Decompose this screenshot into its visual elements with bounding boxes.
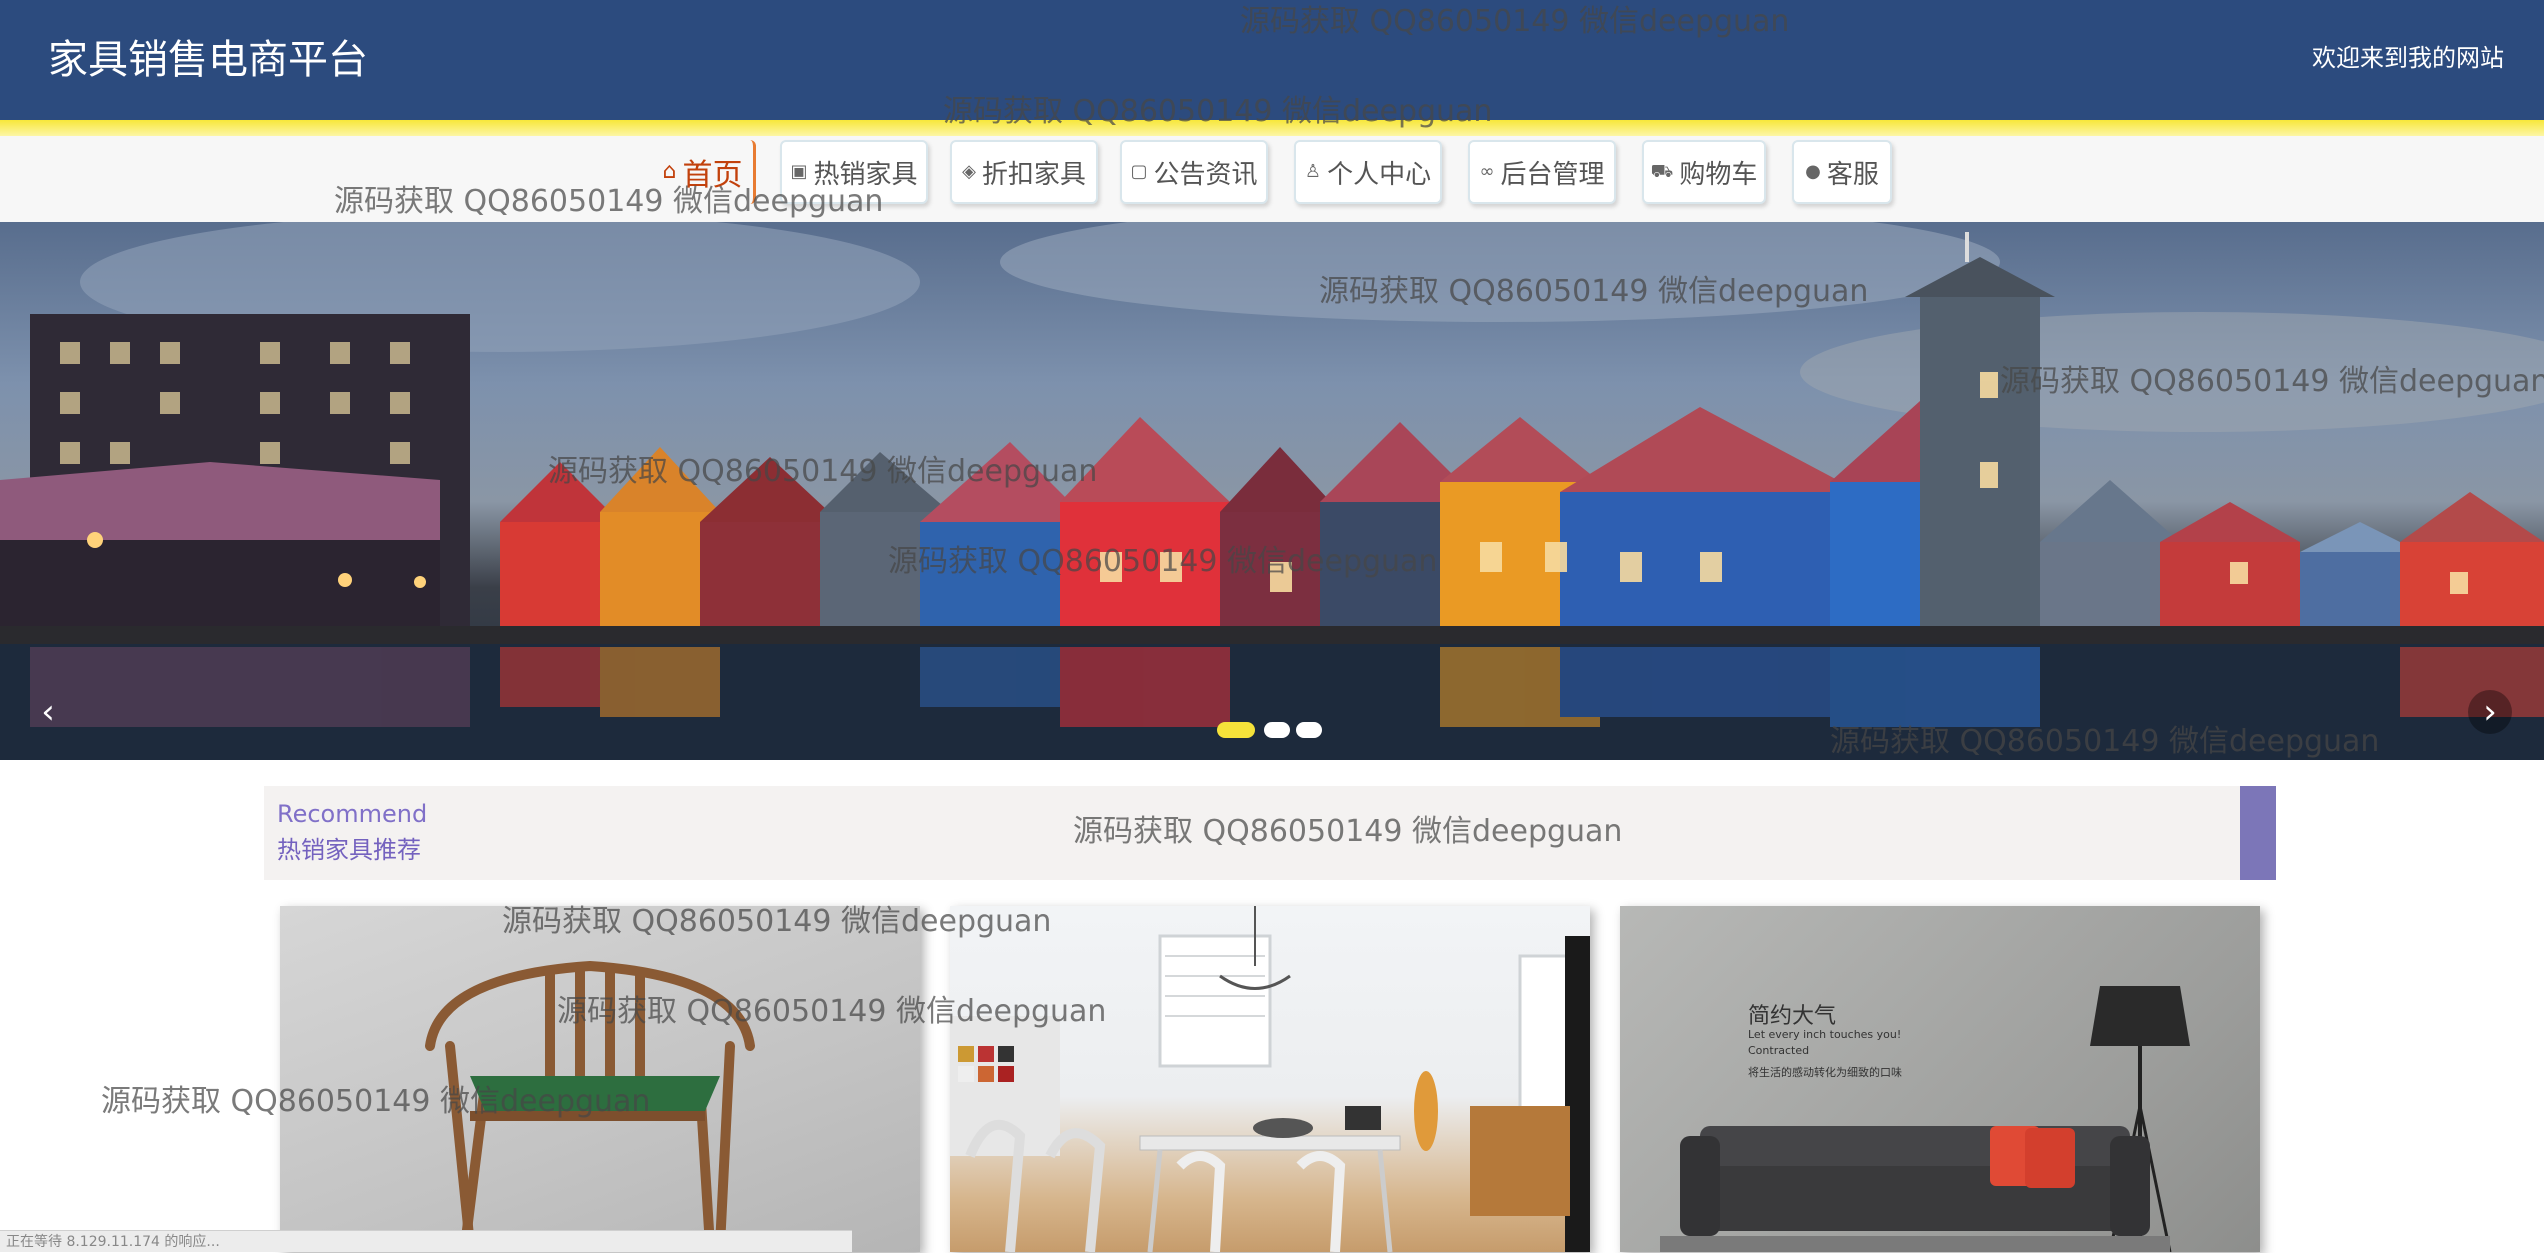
document-icon: ▢ — [1130, 161, 1148, 182]
chat-icon: ● — [1805, 161, 1821, 182]
carousel-dot-3[interactable] — [1296, 722, 1322, 738]
watermark-text: 源码获取 QQ86050149 微信deepguan — [101, 1084, 651, 1119]
nav-discount-furniture[interactable]: ◈ 折扣家具 — [950, 140, 1098, 204]
product-card-3[interactable]: 简约大气 Let every inch touches you! Contrac… — [1620, 906, 2260, 1252]
photo-slogan-line-en: Let every inch touches you! — [1748, 1028, 1902, 1041]
watermark-text: 源码获取 QQ86050149 微信deepguan — [943, 94, 1493, 129]
site-title[interactable]: 家具销售电商平台 — [48, 34, 368, 86]
chevron-left-icon: ‹ — [41, 692, 55, 732]
wooden-chair-photo — [425, 960, 755, 1251]
carousel-next-button[interactable]: › — [2468, 690, 2512, 734]
product-card-1[interactable] — [280, 906, 920, 1252]
photo-slogan-line-contracted: Contracted — [1748, 1044, 1810, 1057]
nav-admin[interactable]: ∞ 后台管理 — [1468, 140, 1616, 204]
photo-slogan-title: 简约大气 — [1748, 1004, 1837, 1029]
watermark-text: 源码获取 QQ86050149 微信deepguan — [1830, 724, 2380, 759]
nav-cart[interactable]: ⛟ 购物车 — [1642, 140, 1766, 204]
carousel-dot-1[interactable] — [1217, 722, 1255, 738]
watermark-text: 源码获取 QQ86050149 微信deepguan — [334, 184, 884, 219]
welcome-text: 欢迎来到我的网站 — [2312, 44, 2504, 72]
nav-customer-service-label: 客服 — [1826, 159, 1879, 190]
link-icon: ∞ — [1479, 161, 1495, 182]
nav-announcements-label: 公告资讯 — [1153, 159, 1258, 190]
watermark-text: 源码获取 QQ86050149 微信deepguan — [1240, 4, 1790, 39]
watermark-text: 源码获取 QQ86050149 微信deepguan — [888, 544, 1438, 579]
nav-discount-furniture-label: 折扣家具 — [981, 159, 1086, 190]
nav-personal-center-label: 个人中心 — [1327, 159, 1432, 190]
nav-personal-center[interactable]: ♙ 个人中心 — [1294, 140, 1442, 204]
carousel-dot-2[interactable] — [1264, 722, 1290, 738]
watermark-text: 源码获取 QQ86050149 微信deepguan — [1319, 274, 1869, 309]
watermark-text: 源码获取 QQ86050149 微信deepguan — [1073, 814, 1623, 849]
home-icon: ⌂ — [662, 159, 677, 184]
sofa-lamp-photo — [1660, 986, 2190, 1252]
product-card-2[interactable] — [950, 906, 1590, 1252]
cart-icon: ⛟ — [1650, 161, 1674, 182]
watermark-text: 源码获取 QQ86050149 微信deepguan — [548, 454, 1098, 489]
recommend-accent-bar — [2240, 786, 2276, 880]
watermark-text: 源码获取 QQ86050149 微信deepguan — [2000, 364, 2544, 399]
watermark-text: 源码获取 QQ86050149 微信deepguan — [502, 904, 1052, 939]
chevron-right-icon: › — [2483, 692, 2497, 732]
nav-announcements[interactable]: ▢ 公告资讯 — [1120, 140, 1268, 204]
fire-icon: ▣ — [790, 161, 808, 182]
recommend-title-cn: 热销家具推荐 — [277, 836, 421, 864]
layers-icon: ◈ — [962, 161, 976, 182]
watermark-text: 源码获取 QQ86050149 微信deepguan — [557, 994, 1107, 1029]
nav-admin-label: 后台管理 — [1500, 159, 1605, 190]
nav-customer-service[interactable]: ● 客服 — [1792, 140, 1892, 204]
dining-room-photo — [950, 906, 1590, 1252]
photo-slogan-line-cn: 将生活的感动转化为细致的口味 — [1748, 1066, 1902, 1079]
user-icon: ♙ — [1304, 161, 1322, 182]
browser-status-bar: 正在等待 8.129.11.174 的响应... — [0, 1230, 852, 1252]
carousel-prev-button[interactable]: ‹ — [26, 690, 70, 734]
recommend-title-en: Recommend — [277, 800, 428, 828]
nav-cart-label: 购物车 — [1679, 159, 1758, 190]
hero-carousel[interactable]: ‹ › — [0, 222, 2544, 760]
carousel-slide-image — [0, 222, 2544, 760]
